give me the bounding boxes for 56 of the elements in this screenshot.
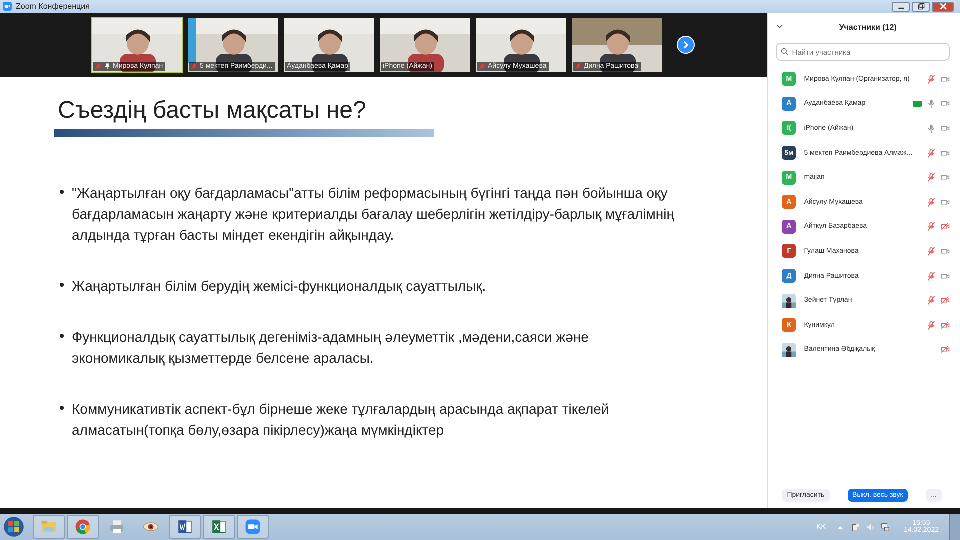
restore-icon — [918, 3, 924, 10]
close-button[interactable] — [932, 2, 954, 12]
spreadsheet-icon — [211, 519, 227, 535]
muted-mic-icon[interactable] — [927, 74, 936, 84]
video-off-icon[interactable] — [941, 320, 950, 330]
network-icon[interactable] — [880, 522, 890, 532]
muted-mic-icon[interactable] — [927, 148, 936, 158]
video-off-icon[interactable] — [941, 222, 950, 232]
bullet-icon — [60, 406, 64, 410]
bullet-text: "Жаңартылған оқу бағдарламасы"атты білім реформасының бүгінгі таңда пән бойынша оқу бағдарламасын жаңарту және критериалды бағалау шеберлігін жетілдіру-барлық мұғалімнің алдында тұрған басты міндет екендігін айқындау. — [72, 184, 676, 245]
bullet-icon — [60, 334, 64, 338]
taskbar-button[interactable] — [237, 515, 269, 539]
video-camera-icon[interactable] — [941, 272, 950, 281]
video-camera-icon[interactable] — [941, 124, 950, 133]
bullet-icon — [60, 190, 64, 194]
video-camera-icon[interactable] — [941, 173, 950, 182]
muted-mic-icon[interactable] — [927, 320, 936, 330]
search-icon — [781, 48, 790, 56]
taskbar-button[interactable] — [67, 515, 99, 539]
muted-mic-icon[interactable] — [927, 222, 936, 232]
video-camera-icon[interactable] — [941, 198, 950, 207]
close-icon — [940, 3, 946, 10]
video-off-icon[interactable] — [941, 345, 950, 354]
muted-mic-icon[interactable] — [927, 246, 936, 256]
slide-title: Съездің басты мақсаты не? — [58, 97, 368, 125]
taskbar-button[interactable] — [203, 515, 235, 539]
folder-icon — [41, 519, 57, 535]
printer-icon — [109, 519, 125, 535]
minimize-button[interactable] — [892, 2, 910, 12]
window-title: Zoom Конференция — [16, 2, 90, 11]
restore-button[interactable] — [912, 2, 930, 12]
muted-mic-icon[interactable] — [927, 272, 936, 281]
mic-icon[interactable] — [927, 99, 936, 108]
next-page-button[interactable] — [677, 36, 695, 54]
chevron-down-icon[interactable] — [776, 23, 784, 31]
video-camera-icon — [245, 519, 261, 535]
mic-icon[interactable] — [927, 124, 936, 133]
video-camera-icon[interactable] — [941, 246, 950, 256]
taskbar-button[interactable] — [169, 515, 201, 539]
panel-title: Участники (12) — [838, 22, 898, 32]
video-camera-icon[interactable] — [941, 74, 950, 84]
video-camera-icon[interactable] — [941, 148, 950, 158]
camera-icon — [3, 2, 12, 11]
bullet-text: Функционалдық сауаттылық дегеніміз-адамның әлеуметтік ,мәдени,саяси және экономикалық қызметтерде белсене араласы. — [72, 328, 590, 368]
bullet-text: Жаңартылған білім берудің жемісі-функционалдық сауаттылық. — [72, 277, 486, 296]
video-off-icon[interactable] — [941, 296, 950, 306]
muted-mic-icon[interactable] — [927, 173, 936, 182]
document-icon — [177, 519, 193, 535]
muted-mic-icon[interactable] — [927, 198, 936, 207]
chevron-right-icon — [682, 41, 690, 49]
bullet-icon — [60, 283, 64, 287]
muted-mic-icon[interactable] — [927, 296, 936, 306]
start-button-icon[interactable] — [3, 516, 25, 538]
video-camera-icon[interactable] — [941, 99, 950, 108]
browser-icon — [75, 519, 91, 535]
bullet-text: Коммуникативтік аспект-бұл бірнеше жеке тұлғалардың арасында ақпарат тікелей алмасатын(топқа бөлу,өзара пікірлесу)жаңа мүмкіндіктер — [72, 400, 610, 440]
